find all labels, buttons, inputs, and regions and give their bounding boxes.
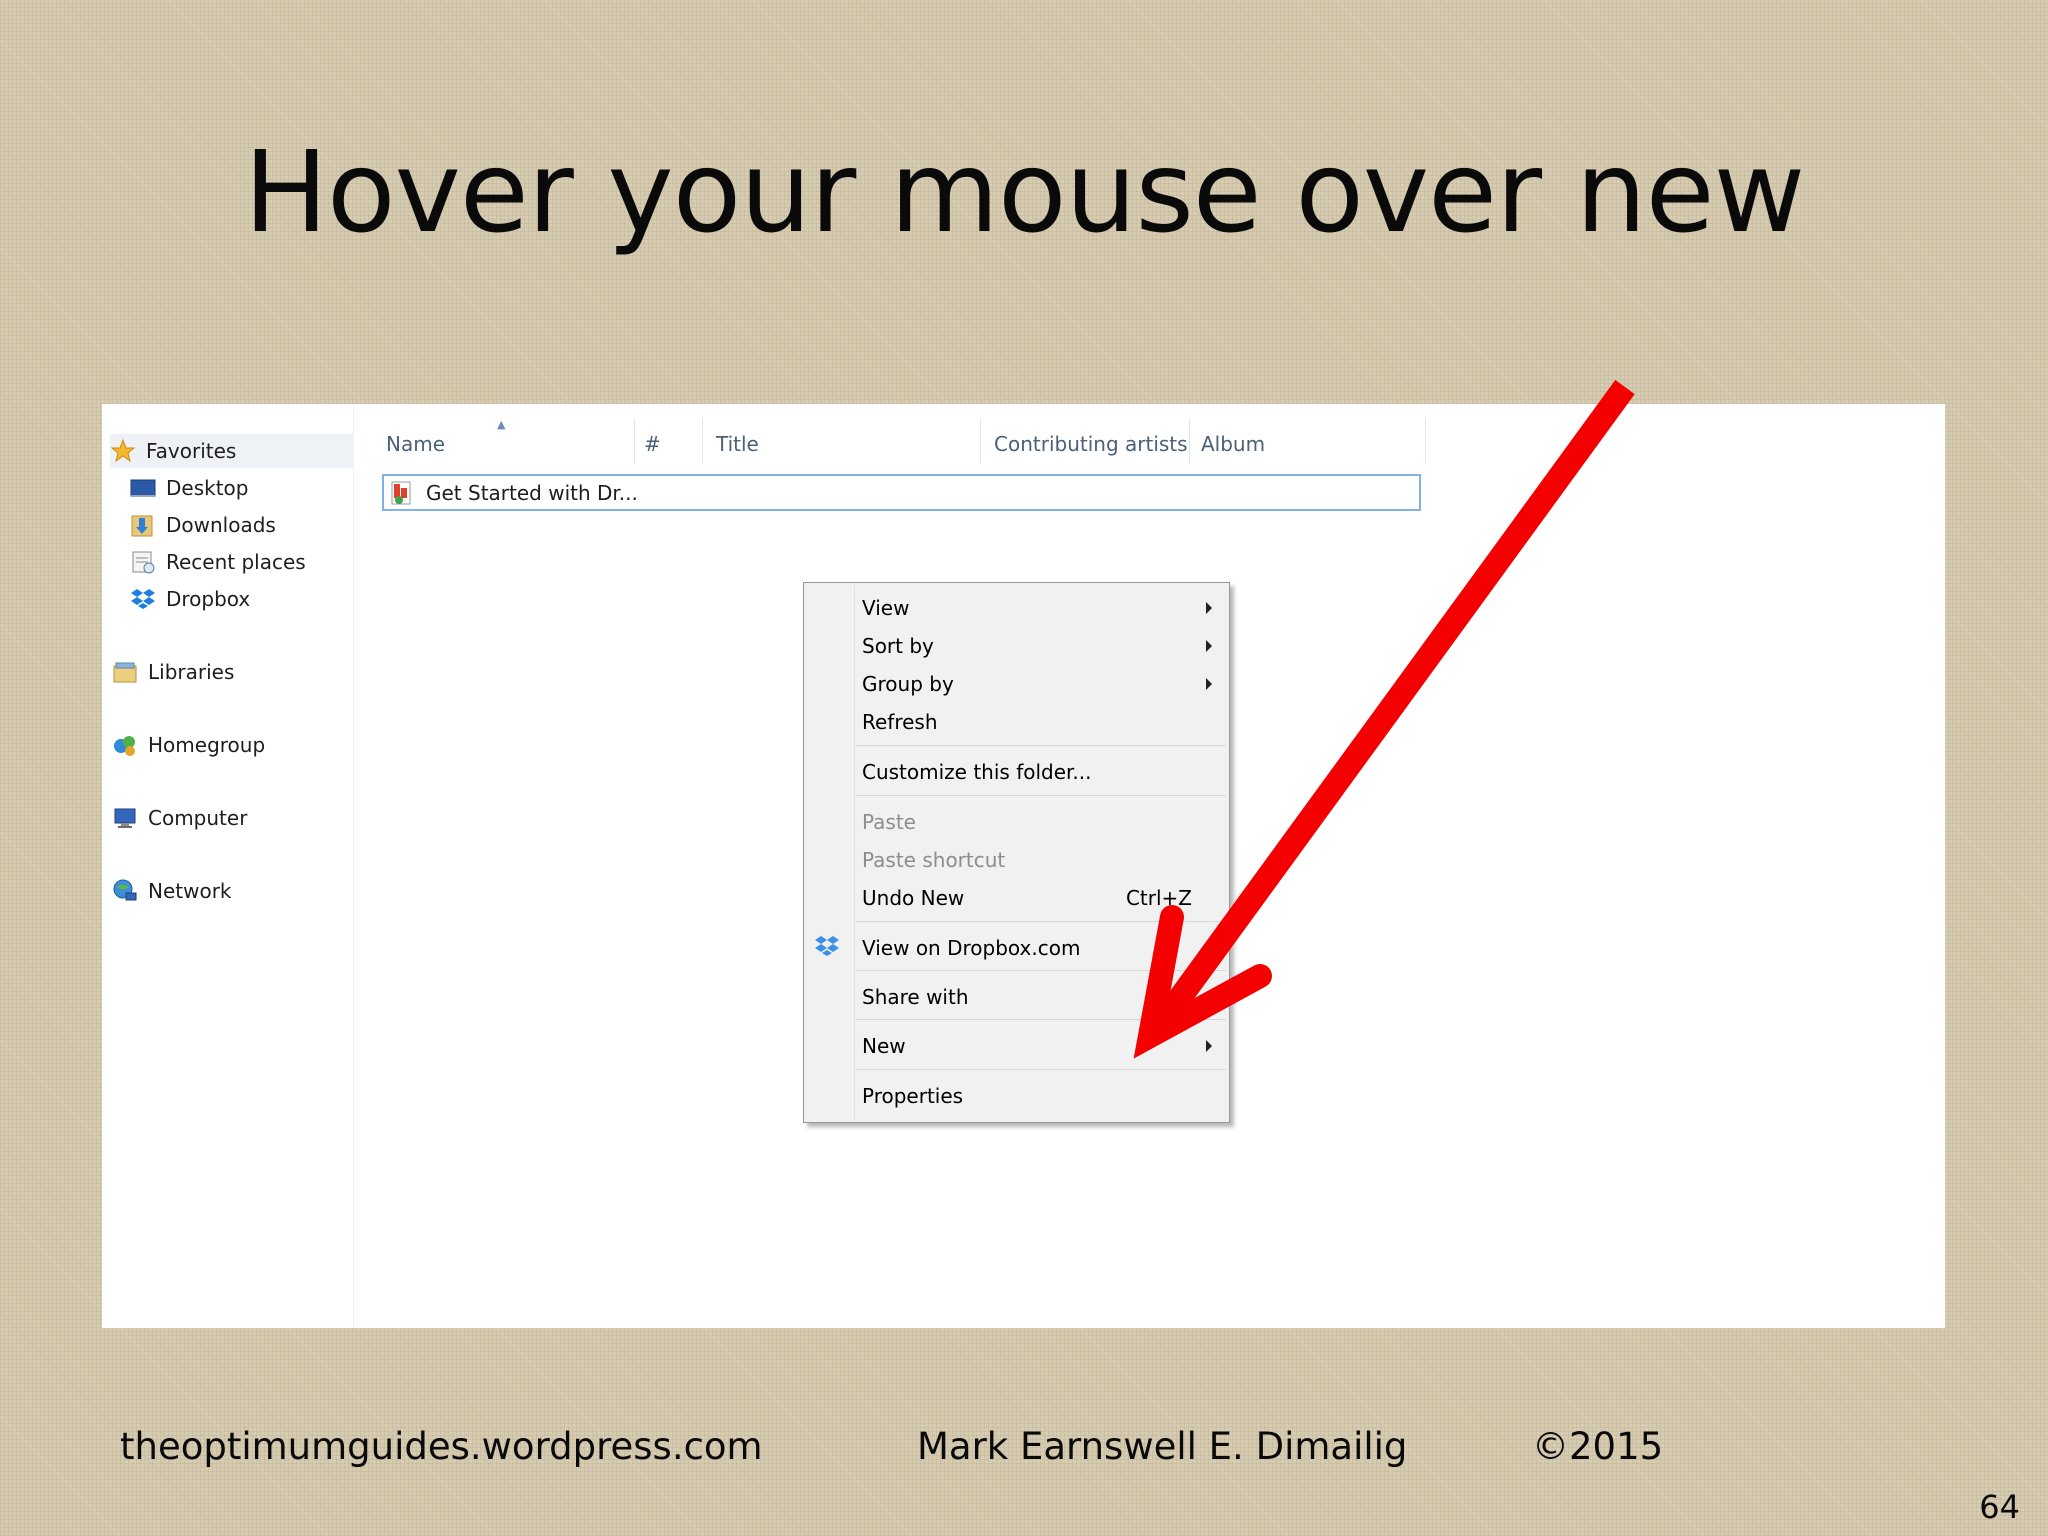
context-menu: View Sort by Group by Refresh Customize … (803, 582, 1230, 1123)
menu-separator (856, 970, 1226, 971)
column-divider[interactable] (634, 418, 635, 464)
nav-label-dropbox: Dropbox (166, 587, 251, 611)
column-divider[interactable] (1189, 418, 1190, 464)
dropbox-icon (814, 933, 840, 959)
navigation-pane: Favorites Desktop Downloads Recent place… (102, 404, 354, 1328)
footer-website: theoptimumguides.wordpress.com (120, 1425, 763, 1468)
column-divider[interactable] (980, 418, 981, 464)
menu-label-share-with: Share with (862, 985, 969, 1009)
nav-label-homegroup: Homegroup (148, 733, 266, 757)
menu-label-customize-folder: Customize this folder... (862, 760, 1092, 784)
menu-item-share-with[interactable]: Share with (862, 980, 1222, 1014)
desktop-icon (130, 475, 156, 501)
homegroup-icon (112, 732, 138, 758)
submenu-arrow-icon (1206, 678, 1212, 690)
nav-label-favorites: Favorites (146, 439, 237, 463)
menu-item-new[interactable]: New (862, 1029, 1222, 1063)
menu-label-properties: Properties (862, 1084, 964, 1108)
column-header-contributing-artists[interactable]: Contributing artists (994, 424, 1188, 464)
menu-item-customize-folder[interactable]: Customize this folder... (862, 755, 1222, 789)
pdf-file-icon (390, 480, 414, 506)
menu-label-view-on-dropbox: View on Dropbox.com (862, 936, 1081, 960)
menu-label-group-by: Group by (862, 672, 954, 696)
menu-separator (856, 745, 1226, 746)
nav-label-computer: Computer (148, 806, 248, 830)
menu-separator (856, 921, 1226, 922)
menu-separator (856, 1019, 1226, 1020)
column-header-name[interactable]: Name (386, 424, 445, 464)
nav-item-desktop[interactable]: Desktop (130, 471, 248, 505)
menu-item-sort-by[interactable]: Sort by (862, 629, 1222, 663)
menu-label-paste: Paste (862, 810, 916, 834)
menu-item-group-by[interactable]: Group by (862, 667, 1222, 701)
column-divider[interactable] (702, 418, 703, 464)
footer-copyright: ©2015 (1532, 1425, 1664, 1468)
nav-label-recent-places: Recent places (166, 550, 306, 574)
submenu-arrow-icon (1206, 602, 1212, 614)
star-icon (110, 438, 136, 464)
nav-item-downloads[interactable]: Downloads (130, 508, 276, 542)
nav-item-computer[interactable]: Computer (112, 801, 247, 835)
file-row[interactable]: Get Started with Dr... (382, 474, 1421, 511)
menu-item-view[interactable]: View (862, 591, 1222, 625)
menu-item-view-on-dropbox[interactable]: View on Dropbox.com (862, 931, 1222, 965)
submenu-arrow-icon (1206, 1040, 1212, 1052)
downloads-folder-icon (130, 512, 156, 538)
menu-label-undo-new: Undo New (862, 886, 965, 910)
page-number: 64 (1979, 1488, 2020, 1526)
menu-shortcut-undo: Ctrl+Z (1125, 886, 1192, 910)
menu-label-new: New (862, 1034, 906, 1058)
nav-item-dropbox[interactable]: Dropbox (130, 582, 250, 616)
libraries-icon (112, 659, 138, 685)
file-name: Get Started with Dr... (426, 480, 638, 505)
menu-separator (856, 795, 1226, 796)
column-header-number[interactable]: # (644, 424, 661, 464)
nav-item-homegroup[interactable]: Homegroup (112, 728, 265, 762)
nav-label-libraries: Libraries (148, 660, 235, 684)
column-header-title[interactable]: Title (716, 424, 759, 464)
menu-label-refresh: Refresh (862, 710, 938, 734)
menu-separator (856, 1069, 1226, 1070)
menu-item-refresh[interactable]: Refresh (862, 705, 1222, 739)
submenu-arrow-icon (1206, 640, 1212, 652)
menu-item-undo-new[interactable]: Undo New Ctrl+Z (862, 881, 1222, 915)
computer-icon (112, 805, 138, 831)
nav-label-downloads: Downloads (166, 513, 276, 537)
menu-label-view: View (862, 596, 910, 620)
nav-item-recent-places[interactable]: Recent places (130, 545, 306, 579)
nav-item-libraries[interactable]: Libraries (112, 655, 234, 689)
nav-item-network[interactable]: Network (112, 874, 232, 908)
menu-item-paste[interactable]: Paste (862, 805, 1222, 839)
explorer-window: Favorites Desktop Downloads Recent place… (102, 404, 1945, 1328)
recent-places-icon (130, 549, 156, 575)
network-icon (112, 878, 138, 904)
sort-ascending-icon: ▲ (497, 418, 506, 431)
footer-author: Mark Earnswell E. Dimailig (917, 1425, 1408, 1468)
nav-label-desktop: Desktop (166, 476, 249, 500)
column-divider[interactable] (1425, 418, 1426, 464)
menu-label-paste-shortcut: Paste shortcut (862, 848, 1006, 872)
menu-gutter (854, 585, 855, 1120)
column-header-album[interactable]: Album (1201, 424, 1265, 464)
menu-label-sort-by: Sort by (862, 634, 934, 658)
slide-title: Hover your mouse over new (243, 128, 1805, 258)
menu-item-properties[interactable]: Properties (862, 1079, 1222, 1113)
nav-label-network: Network (148, 879, 232, 903)
dropbox-icon (130, 586, 156, 612)
nav-item-favorites[interactable]: Favorites (110, 434, 354, 468)
menu-item-paste-shortcut[interactable]: Paste shortcut (862, 843, 1222, 877)
